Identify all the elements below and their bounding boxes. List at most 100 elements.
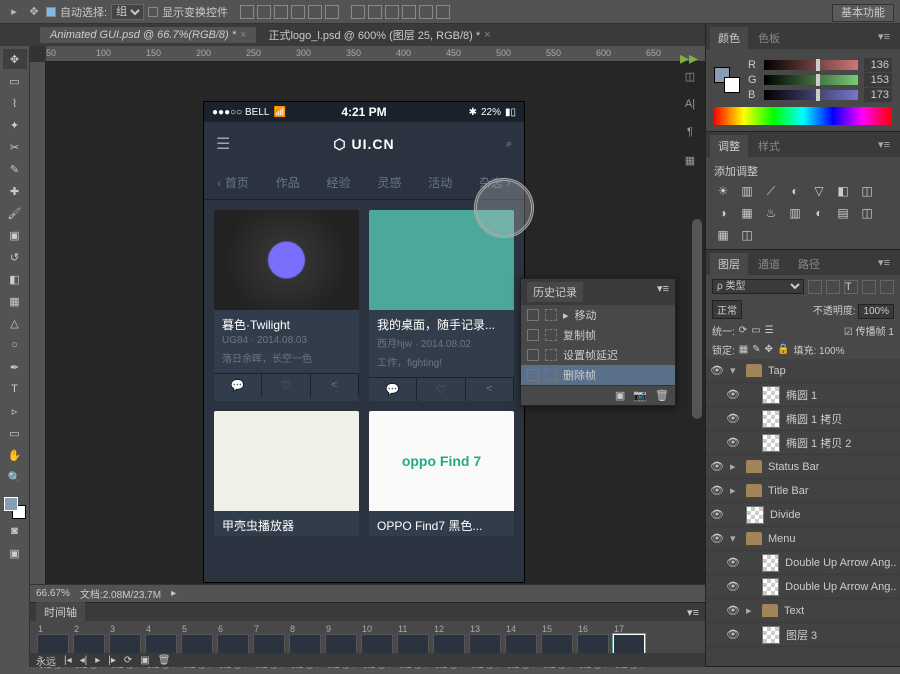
doc-tab-1[interactable]: Animated GUI.psd @ 66.7%(RGB/8) * × (40, 27, 256, 43)
unify-icon[interactable]: ▭ (751, 325, 760, 336)
expand-icon[interactable]: ▸ (746, 604, 756, 617)
hand-tool[interactable]: ✋ (3, 445, 27, 465)
panel-menu-icon[interactable]: ▾≡ (657, 282, 669, 302)
channels-tab[interactable]: 通道 (750, 253, 788, 275)
move-tool[interactable]: ✥ (3, 49, 27, 69)
loop-option[interactable]: 永远 (36, 653, 56, 668)
spectrum-picker[interactable] (714, 107, 892, 125)
dock-icon-4[interactable]: ▦ (680, 150, 700, 170)
heal-tool[interactable]: ✚ (3, 181, 27, 201)
next-frame-icon[interactable]: |▸ (108, 655, 116, 666)
mixer-icon[interactable]: ♨ (762, 205, 780, 221)
layers-tab[interactable]: 图层 (710, 253, 748, 275)
lasso-tool[interactable]: ⌇ (3, 93, 27, 113)
stamp-tool[interactable]: ▣ (3, 225, 27, 245)
path-tool[interactable]: ▹ (3, 401, 27, 421)
first-frame-icon[interactable]: |◂ (64, 655, 72, 666)
styles-tab[interactable]: 样式 (750, 135, 788, 157)
layer-row[interactable]: 👁椭圆 1 (706, 383, 900, 407)
exposure-icon[interactable]: ◐ (786, 183, 804, 199)
brush-tool[interactable]: 🖌 (3, 203, 27, 223)
b-value[interactable]: 173 (864, 88, 892, 102)
timeline-tab[interactable]: 时间轴 (36, 602, 85, 622)
r-slider[interactable] (764, 60, 858, 70)
ruler-vertical[interactable] (30, 62, 46, 584)
panel-menu-icon[interactable]: ▾≡ (872, 135, 896, 157)
layer-row[interactable]: 👁▸Text (706, 599, 900, 623)
unify-icon[interactable]: ⟳ (739, 325, 747, 336)
layer-row[interactable]: 👁▸Status Bar (706, 455, 900, 479)
invert-icon[interactable]: ◐ (810, 205, 828, 221)
doc-tab-2[interactable]: 正式logo_l.psd @ 600% (图层 25, RGB/8) * × (258, 25, 500, 45)
layer-row[interactable]: 👁椭圆 1 拷贝 (706, 407, 900, 431)
filter-shape-icon[interactable] (862, 280, 876, 294)
align-left-icon[interactable] (291, 5, 305, 19)
prev-frame-icon[interactable]: ◂| (80, 655, 88, 666)
eraser-tool[interactable]: ◧ (3, 269, 27, 289)
g-slider[interactable] (764, 75, 858, 85)
expand-icon[interactable]: ▾ (730, 364, 740, 377)
color-swatch[interactable] (4, 497, 26, 519)
swatches-tab[interactable]: 色板 (750, 27, 788, 49)
marquee-tool[interactable]: ▭ (3, 71, 27, 91)
filter-adj-icon[interactable] (826, 280, 840, 294)
filter-smart-icon[interactable] (880, 280, 894, 294)
workspace-selector[interactable]: 基本功能 (832, 4, 894, 22)
layer-row[interactable]: 👁▾Tap (706, 359, 900, 383)
history-brush-tool[interactable]: ↺ (3, 247, 27, 267)
g-value[interactable]: 153 (864, 73, 892, 87)
visibility-icon[interactable]: 👁 (726, 388, 740, 401)
filter-text-icon[interactable]: T (844, 280, 858, 294)
history-camera-icon[interactable]: 📷 (633, 389, 647, 402)
dist-3-icon[interactable] (385, 5, 399, 19)
history-item[interactable]: 设置帧延迟 (521, 345, 675, 365)
r-value[interactable]: 136 (864, 58, 892, 72)
text-tool[interactable]: T (3, 379, 27, 399)
blend-mode[interactable]: 正常 (712, 300, 742, 319)
delete-frame-icon[interactable]: 🗑 (158, 655, 171, 666)
tween-icon[interactable]: ⟳ (124, 655, 132, 666)
align-bottom-icon[interactable] (274, 5, 288, 19)
dist-4-icon[interactable] (402, 5, 416, 19)
expand-icon[interactable]: ▾ (730, 532, 740, 545)
opacity-field[interactable]: 100% (858, 304, 894, 319)
visibility-icon[interactable]: 👁 (710, 364, 724, 377)
curves-icon[interactable]: ⟋ (762, 183, 780, 199)
lock-move-icon[interactable]: ✥ (765, 344, 773, 355)
visibility-icon[interactable]: 👁 (726, 604, 740, 617)
posterize-icon[interactable]: ▤ (834, 205, 852, 221)
vibrance-icon[interactable]: ▽ (810, 183, 828, 199)
lookup-icon[interactable]: ▥ (786, 205, 804, 221)
levels-icon[interactable]: ▥ (738, 183, 756, 199)
expand-icon[interactable]: ▸ (730, 484, 740, 497)
quick-mask-icon[interactable]: ◙ (3, 521, 27, 541)
layer-row[interactable]: 👁图层 3 (706, 623, 900, 647)
history-item[interactable]: 复制帧 (521, 325, 675, 345)
eyedropper-tool[interactable]: ✎ (3, 159, 27, 179)
expand-icon[interactable]: ▸ (730, 460, 740, 473)
panel-menu-icon[interactable]: ▾≡ (687, 606, 699, 619)
visibility-icon[interactable]: 👁 (726, 436, 740, 449)
dist-5-icon[interactable] (419, 5, 433, 19)
play-button[interactable]: ▸ (95, 655, 100, 666)
layer-row[interactable]: 👁Divide (706, 503, 900, 527)
visibility-icon[interactable]: 👁 (726, 412, 740, 425)
color-swatches[interactable] (714, 67, 740, 93)
crop-tool[interactable]: ✂ (3, 137, 27, 157)
lock-all-icon[interactable]: 🔒 (777, 344, 789, 355)
dock-icon-3[interactable]: ¶ (680, 122, 700, 142)
history-item[interactable]: ▸ 移动 (521, 305, 675, 325)
history-snapshot-icon[interactable]: ▣ (615, 389, 625, 402)
gradient-tool[interactable]: ▦ (3, 291, 27, 311)
history-trash-icon[interactable]: 🗑 (655, 389, 669, 402)
align-vcenter-icon[interactable] (257, 5, 271, 19)
dist-6-icon[interactable] (436, 5, 450, 19)
visibility-icon[interactable]: 👁 (726, 580, 740, 593)
zoom-tool[interactable]: 🔍 (3, 467, 27, 487)
b-slider[interactable] (764, 90, 858, 100)
auto-select-target[interactable]: 组 (111, 4, 144, 20)
lock-paint-icon[interactable]: ✎ (752, 344, 760, 355)
close-icon[interactable]: × (484, 29, 490, 41)
layer-row[interactable]: 👁Double Up Arrow Ang... (706, 575, 900, 599)
visibility-icon[interactable]: 👁 (726, 556, 740, 569)
